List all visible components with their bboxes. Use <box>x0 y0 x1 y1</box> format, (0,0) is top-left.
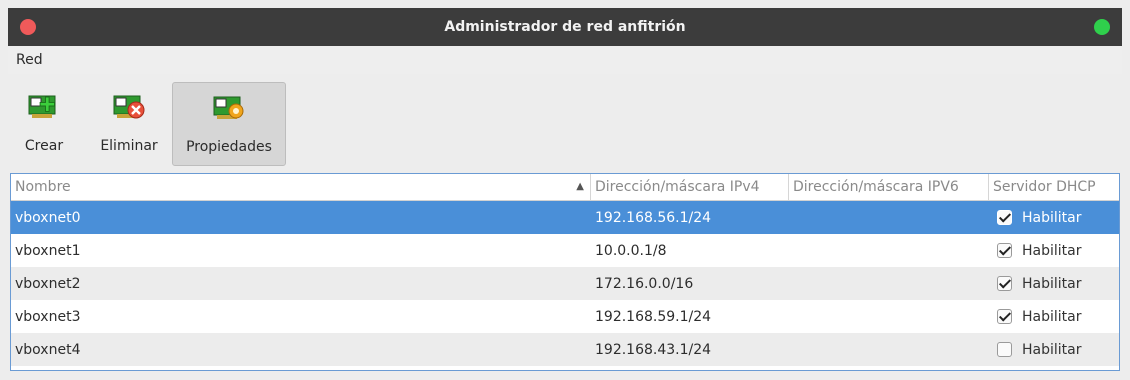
row-name: vboxnet1 <box>15 242 81 259</box>
dhcp-label: Habilitar <box>1022 341 1082 358</box>
dhcp-checkbox[interactable] <box>997 342 1012 357</box>
row-ipv4: 172.16.0.0/16 <box>595 275 694 292</box>
table-header: Nombre ▲ Dirección/máscara IPv4 Direcció… <box>11 174 1119 201</box>
maximize-button[interactable] <box>1094 19 1110 35</box>
dhcp-checkbox[interactable] <box>997 243 1012 258</box>
table-row[interactable]: vboxnet2 172.16.0.0/16 Habilitar <box>11 267 1119 300</box>
row-dhcp: Habilitar <box>989 276 1119 292</box>
row-dhcp: Habilitar <box>989 243 1119 259</box>
row-ipv4: 192.168.59.1/24 <box>595 308 712 325</box>
row-name: vboxnet0 <box>15 209 81 226</box>
window-title: Administrador de red anfitrión <box>444 19 686 35</box>
create-label: Crear <box>24 138 64 154</box>
dhcp-label: Habilitar <box>1022 275 1082 292</box>
dhcp-checkbox[interactable] <box>997 309 1012 324</box>
table-row[interactable]: vboxnet3 192.168.59.1/24 Habilitar <box>11 300 1119 333</box>
row-name: vboxnet2 <box>15 275 81 292</box>
delete-button[interactable]: Eliminar <box>94 82 164 164</box>
network-table: Nombre ▲ Dirección/máscara IPv4 Direcció… <box>10 173 1120 371</box>
row-dhcp: Habilitar <box>989 309 1119 325</box>
row-name: vboxnet4 <box>15 341 81 358</box>
title-bar: Administrador de red anfitrión <box>8 8 1122 46</box>
dhcp-label: Habilitar <box>1022 209 1082 226</box>
table-row[interactable]: vboxnet1 10.0.0.1/8 Habilitar <box>11 234 1119 267</box>
dhcp-checkbox[interactable] <box>997 210 1012 225</box>
table-row[interactable]: vboxnet0 192.168.56.1/24 Habilitar <box>11 201 1119 234</box>
row-dhcp: Habilitar <box>989 210 1119 226</box>
row-dhcp: Habilitar <box>989 342 1119 358</box>
properties-label: Propiedades <box>186 139 272 155</box>
toolbar: Crear Eliminar Propiedades <box>8 80 1122 168</box>
menu-item-red[interactable]: Red <box>8 52 43 68</box>
network-card-remove-icon <box>112 90 146 124</box>
column-header-name[interactable]: Nombre ▲ <box>11 174 591 200</box>
dhcp-label: Habilitar <box>1022 308 1082 325</box>
close-button[interactable] <box>20 19 36 35</box>
create-button[interactable]: Crear <box>14 82 74 164</box>
row-ipv4: 10.0.0.1/8 <box>595 242 667 259</box>
row-ipv4: 192.168.56.1/24 <box>595 209 712 226</box>
delete-label: Eliminar <box>100 138 158 154</box>
properties-button[interactable]: Propiedades <box>172 82 286 166</box>
row-ipv4: 192.168.43.1/24 <box>595 341 712 358</box>
table-row[interactable]: vboxnet4 192.168.43.1/24 Habilitar <box>11 333 1119 366</box>
column-header-dhcp[interactable]: Servidor DHCP <box>989 174 1119 200</box>
menu-bar: Red <box>8 46 1122 74</box>
column-header-ipv4[interactable]: Dirección/máscara IPv4 <box>591 174 789 200</box>
column-header-ipv6[interactable]: Dirección/máscara IPV6 <box>789 174 989 200</box>
network-card-add-icon <box>27 90 61 124</box>
dhcp-checkbox[interactable] <box>997 276 1012 291</box>
row-name: vboxnet3 <box>15 308 81 325</box>
network-card-settings-icon <box>212 91 246 125</box>
sort-ascending-icon: ▲ <box>576 181 584 192</box>
dhcp-label: Habilitar <box>1022 242 1082 259</box>
